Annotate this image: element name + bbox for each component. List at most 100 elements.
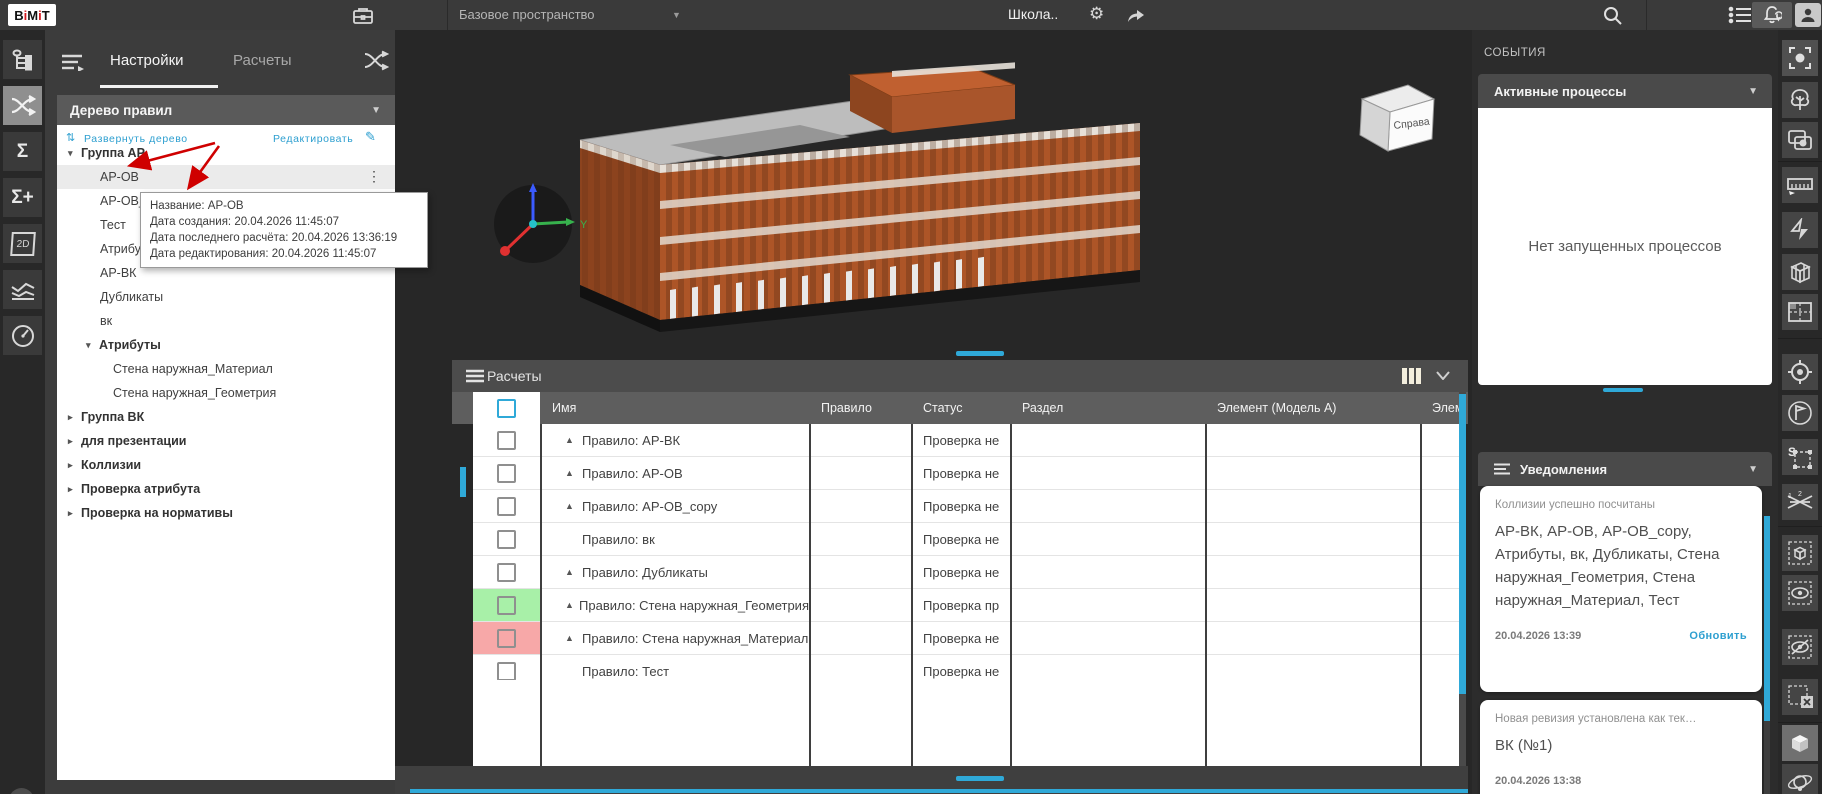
orbit-icon[interactable] [1782, 764, 1818, 794]
floor-plan-icon[interactable] [1782, 294, 1818, 330]
tab-calculations[interactable]: Расчеты [233, 52, 292, 69]
active-processes-caret-icon[interactable]: ▼ [1748, 86, 1758, 97]
axis-gizmo[interactable]: Y [488, 178, 588, 278]
left-mini-scroll-handle[interactable] [460, 467, 466, 497]
tree-item[interactable]: Стена наружная_Материал [57, 357, 395, 381]
row-checkbox[interactable] [497, 629, 516, 648]
workspace-selector[interactable]: Базовое пространство [459, 7, 595, 22]
vertical-splitter-handle[interactable] [956, 351, 1004, 356]
row-checkbox[interactable] [497, 563, 516, 582]
tree-caret-icon[interactable]: ▾ [86, 340, 99, 351]
active-processes-header[interactable]: Активные процессы▼ [1478, 74, 1772, 108]
hide-icon[interactable] [1782, 629, 1818, 665]
table-vscroll-handle[interactable] [1459, 394, 1466, 694]
row-checkbox[interactable] [497, 497, 516, 516]
sum-icon[interactable]: Σ [3, 132, 42, 171]
select-all-cell[interactable] [473, 392, 540, 424]
row-name-cell[interactable]: ▲Правило: АР-ОВ_copy [540, 490, 809, 522]
bottom-splitter-handle[interactable] [956, 776, 1004, 781]
menu-icon[interactable] [466, 369, 484, 383]
col-rule[interactable]: Правило [821, 392, 915, 424]
clash-check-icon[interactable] [3, 86, 42, 125]
select-all-checkbox[interactable] [497, 399, 516, 418]
navigation-cube[interactable]: Справа [1350, 75, 1442, 163]
row-name-cell[interactable]: ▲Правило: Стена наружная_Материал [540, 622, 809, 654]
tree-caret-icon[interactable]: ▸ [68, 508, 81, 519]
row-checkbox-cell[interactable] [473, 523, 540, 555]
refresh-link[interactable]: Обновить [1689, 630, 1747, 642]
user-button[interactable] [1795, 3, 1821, 27]
search-icon[interactable] [1602, 5, 1623, 26]
gauge-icon[interactable] [3, 316, 42, 355]
table-row[interactable]: ▲Правило: Стена наружная_ГеометрияПровер… [473, 589, 1459, 622]
notification-card[interactable]: Коллизии успешно посчитаны АР-ВК, АР-ОВ,… [1480, 486, 1762, 692]
table-row[interactable]: ▲Правило: Стена наружная_МатериалПроверк… [473, 622, 1459, 655]
col-element-a[interactable]: Элемент (Модель А) [1217, 392, 1424, 424]
row-checkbox[interactable] [497, 662, 516, 681]
row-expand-icon[interactable]: ▲ [565, 468, 582, 478]
shuffle-icon[interactable] [363, 50, 389, 72]
col-name[interactable]: Имя [552, 392, 812, 424]
row-name-cell[interactable]: ▲Правило: Дубликаты [540, 556, 809, 588]
row-expand-icon[interactable]: ▲ [565, 600, 579, 610]
solid-view-icon[interactable] [1782, 725, 1818, 761]
row-checkbox-cell[interactable] [473, 556, 540, 588]
clear-selection-icon[interactable] [1782, 679, 1818, 715]
tree-item[interactable]: вк [57, 309, 395, 333]
notifications-scroll-handle[interactable] [1764, 516, 1770, 721]
tab-settings[interactable]: Настройки [110, 52, 184, 69]
events-splitter-handle[interactable] [1603, 388, 1643, 392]
tree-item[interactable]: Стена наружная_Геометрия [57, 381, 395, 405]
row-name-cell[interactable]: ▲Правило: АР-ВК [540, 424, 809, 456]
panel-menu-icon[interactable] [62, 54, 84, 71]
flash-collision-icon[interactable] [1782, 212, 1818, 248]
collapse-chevron-icon[interactable] [1436, 371, 1450, 380]
tree-item[interactable]: Дубликаты [57, 285, 395, 309]
sum-add-icon[interactable]: Σ+ [3, 178, 42, 217]
section-box-icon[interactable] [1782, 254, 1818, 290]
tree-item[interactable]: ▸для презентации [57, 429, 395, 453]
item-menu-icon[interactable]: ⋮ [367, 168, 381, 185]
tree-vegetation-icon[interactable] [1782, 82, 1818, 118]
notification-card[interactable]: Новая ревизия установлена как тек… ВК (№… [1480, 700, 1762, 794]
tree-structure-icon[interactable] [3, 40, 42, 79]
2d-view-icon[interactable]: 2D [3, 224, 42, 263]
row-checkbox-cell[interactable] [473, 490, 540, 522]
row-expand-icon[interactable]: ▲ [565, 567, 582, 577]
tree-item[interactable]: АР-ОВ⋮ [57, 165, 395, 189]
row-checkbox[interactable] [497, 596, 516, 615]
row-checkbox-cell[interactable] [473, 457, 540, 489]
flag-icon[interactable] [1782, 395, 1818, 431]
share-icon[interactable] [1126, 6, 1146, 24]
col-section[interactable]: Раздел [1022, 392, 1209, 424]
row-expand-icon[interactable]: ▲ [565, 501, 582, 511]
notifications-header[interactable]: Уведомления▼ [1478, 452, 1772, 486]
table-row[interactable]: ▲Правило: АР-ОВПроверка не [473, 457, 1459, 490]
tree-caret-icon[interactable]: ▾ [68, 148, 81, 159]
tree-header-caret-icon[interactable]: ▼ [371, 105, 381, 116]
row-name-cell[interactable]: ▲Правило: АР-ОВ [540, 457, 809, 489]
row-checkbox[interactable] [497, 464, 516, 483]
table-row[interactable]: Правило: вкПроверка не [473, 523, 1459, 556]
isolate-object-icon[interactable] [1782, 535, 1818, 571]
tree-header-bar[interactable]: Дерево правил▼ [57, 95, 395, 125]
briefcase-icon[interactable] [352, 6, 374, 25]
gear-icon[interactable]: ⚙ [1089, 4, 1104, 24]
compare-revisions-icon[interactable]: 12 [1782, 484, 1818, 520]
columns-icon[interactable] [1402, 368, 1422, 384]
table-row[interactable]: ▲Правило: ДубликатыПроверка не [473, 556, 1459, 589]
table-row[interactable]: ▲Правило: АР-ВКПроверка не [473, 424, 1459, 457]
help-icon[interactable]: ? [9, 788, 34, 794]
tree-item[interactable]: ▸Проверка на нормативы [57, 501, 395, 525]
row-checkbox-cell[interactable] [473, 589, 540, 621]
selection-set-icon[interactable]: S [1782, 439, 1818, 475]
tree-caret-icon[interactable]: ▸ [68, 460, 81, 471]
tree-caret-icon[interactable]: ▸ [68, 436, 81, 447]
row-checkbox-cell[interactable] [473, 622, 540, 654]
row-name-cell[interactable]: ▲Правило: Стена наружная_Геометрия [540, 589, 809, 621]
app-logo[interactable]: BiMiT [8, 4, 56, 26]
show-icon[interactable] [1782, 575, 1818, 611]
row-expand-icon[interactable]: ▲ [565, 435, 582, 445]
list-icon[interactable] [1728, 5, 1752, 25]
row-checkbox[interactable] [497, 431, 516, 450]
